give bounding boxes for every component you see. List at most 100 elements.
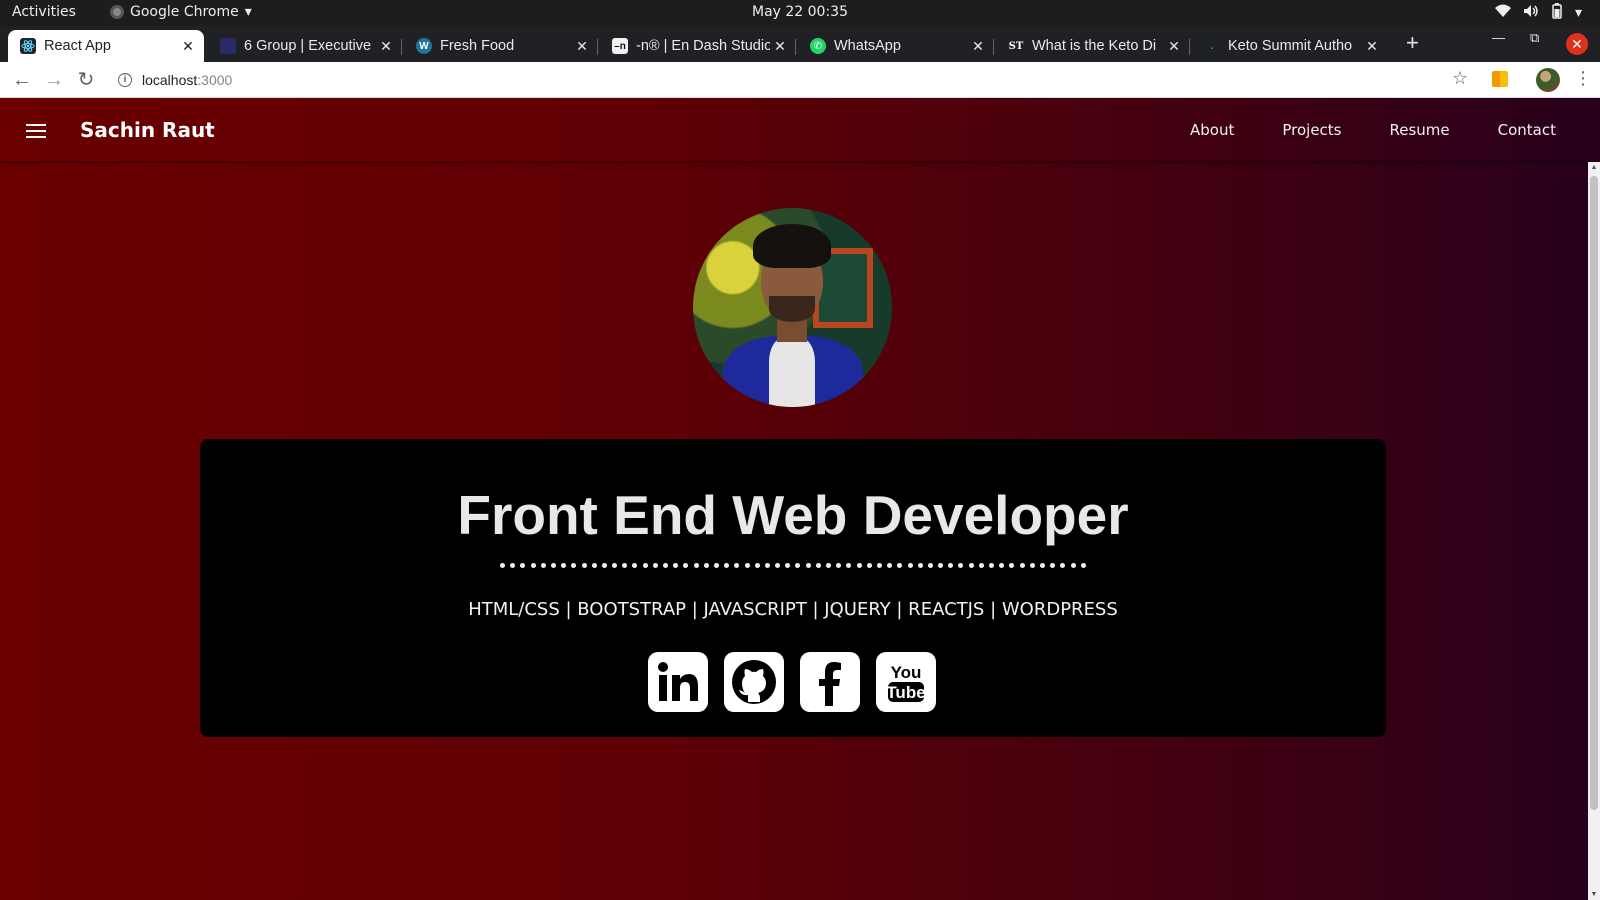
divider-dot [510,562,516,568]
tab-title: WhatsApp [834,38,901,54]
profile-avatar-icon[interactable] [1536,68,1560,92]
restore-icon[interactable]: ⧉ [1530,30,1539,46]
minimize-icon[interactable]: — [1492,30,1505,45]
tab-whatsapp[interactable]: ✆ WhatsApp ✕ [798,30,994,62]
divider-dot [683,562,689,568]
activities-button[interactable]: Activities [12,4,76,20]
tab-keto-diet[interactable]: ST What is the Keto Di ✕ [996,30,1190,62]
divider-dot [612,562,618,568]
youtube-icon[interactable]: You Tube [876,652,936,712]
tab-strip: React App ✕ 6 Group | Executive ✕ W Fres… [0,26,1600,62]
scroll-down-arrow-icon[interactable]: ▼ [1588,891,1600,898]
extension-icon[interactable] [1492,71,1508,87]
divider-dot [550,562,556,568]
tab-en-dash-studio[interactable]: –n -n® | En Dash Studio ✕ [600,30,796,62]
divider-dot [876,562,882,568]
divider-dot [724,562,730,568]
battery-icon [1551,3,1563,23]
divider-dot [907,562,913,568]
tab-title: -n® | En Dash Studio [636,38,770,54]
nav-link-resume[interactable]: Resume [1390,121,1450,139]
divider-dot [866,562,872,568]
forward-arrow-icon[interactable]: → [42,68,66,92]
tab-6-group[interactable]: 6 Group | Executive ✕ [208,30,402,62]
tab-close-icon[interactable]: ✕ [968,38,988,55]
divider-dot [836,562,842,568]
divider-dot [775,562,781,568]
tab-title: React App [44,38,111,54]
app-menu[interactable]: Google Chrome ▾ [110,4,252,20]
divider-dot [897,562,903,568]
tab-close-icon[interactable]: ✕ [1362,38,1382,55]
tab-react-app[interactable]: React App ✕ [8,30,204,62]
scroll-up-arrow-icon[interactable]: ▲ [1588,164,1600,171]
chevron-down-icon: ▾ [244,4,252,20]
divider-dot [887,562,893,568]
hamburger-menu-icon[interactable] [26,124,46,138]
divider-dot [856,562,862,568]
divider-dot [1080,562,1086,568]
divider-dot [1050,562,1056,568]
tab-close-icon[interactable]: ✕ [376,38,396,55]
hero-headline: Front End Web Developer [457,484,1129,546]
github-icon[interactable] [724,652,784,712]
tab-keto-summit[interactable]: . Keto Summit Autho ✕ [1192,30,1388,62]
divider-dot [744,562,750,568]
back-arrow-icon[interactable]: ← [10,68,34,92]
tab-close-icon[interactable]: ✕ [572,38,592,55]
divider-dot [1070,562,1076,568]
scrollbar-thumb[interactable] [1590,176,1598,810]
facebook-icon[interactable] [800,652,860,712]
divider-dot [713,562,719,568]
power-menu-chevron-icon: ▾ [1574,5,1582,21]
site-info-icon[interactable]: i [118,73,132,87]
divider-dot [581,562,587,568]
site-brand[interactable]: Sachin Raut [80,118,215,142]
tab-close-icon[interactable]: ✕ [770,38,790,55]
nav-link-projects[interactable]: Projects [1282,121,1341,139]
divider-dot [754,562,760,568]
page-scrollbar[interactable]: ▲ ▼ [1588,162,1600,900]
react-icon [20,38,36,54]
divider-dot [591,562,597,568]
divider-dot [703,562,709,568]
linkedin-icon[interactable] [648,652,708,712]
tab-title: Fresh Food [440,38,515,54]
bookmark-star-icon[interactable]: ☆ [1452,68,1468,89]
url-port: :3000 [197,72,233,88]
tab-separator [993,39,994,55]
new-tab-plus-icon[interactable]: + [1406,30,1419,56]
nav-link-about[interactable]: About [1190,121,1234,139]
divider-dot [999,562,1005,568]
divider-dot [663,562,668,568]
divider-dot [1039,562,1045,568]
wifi-icon [1494,4,1511,22]
more-menu-icon[interactable]: ⋮ [1574,68,1592,89]
divider-dot [927,562,933,568]
volume-icon [1523,4,1539,22]
tab-fresh-food[interactable]: W Fresh Food ✕ [404,30,598,62]
address-bar[interactable]: i localhost:3000 [108,65,1484,95]
divider-dot [968,562,974,568]
divider-dot [540,562,546,568]
divider-dot [571,562,577,568]
system-tray[interactable]: ▾ [1494,3,1582,23]
tab-separator [1189,39,1190,55]
divider-dot [632,562,638,568]
reload-icon[interactable]: ↻ [74,68,98,92]
wordpress-icon: W [416,38,432,54]
tab-close-icon[interactable]: ✕ [178,38,198,55]
divider-dot [785,562,791,568]
divider-dot [938,562,944,568]
nav-link-contact[interactable]: Contact [1498,121,1556,139]
divider-dot [1019,562,1025,568]
divider-dot [622,562,628,568]
divider-dot [673,562,679,568]
divider-dot [1060,562,1066,568]
tab-separator [597,39,598,55]
dotted-divider [500,561,1086,569]
window-close-icon[interactable]: ✕ [1566,33,1588,55]
tab-close-icon[interactable]: ✕ [1164,38,1184,55]
site-favicon-icon: ST [1008,38,1024,54]
divider-dot [1029,562,1035,568]
